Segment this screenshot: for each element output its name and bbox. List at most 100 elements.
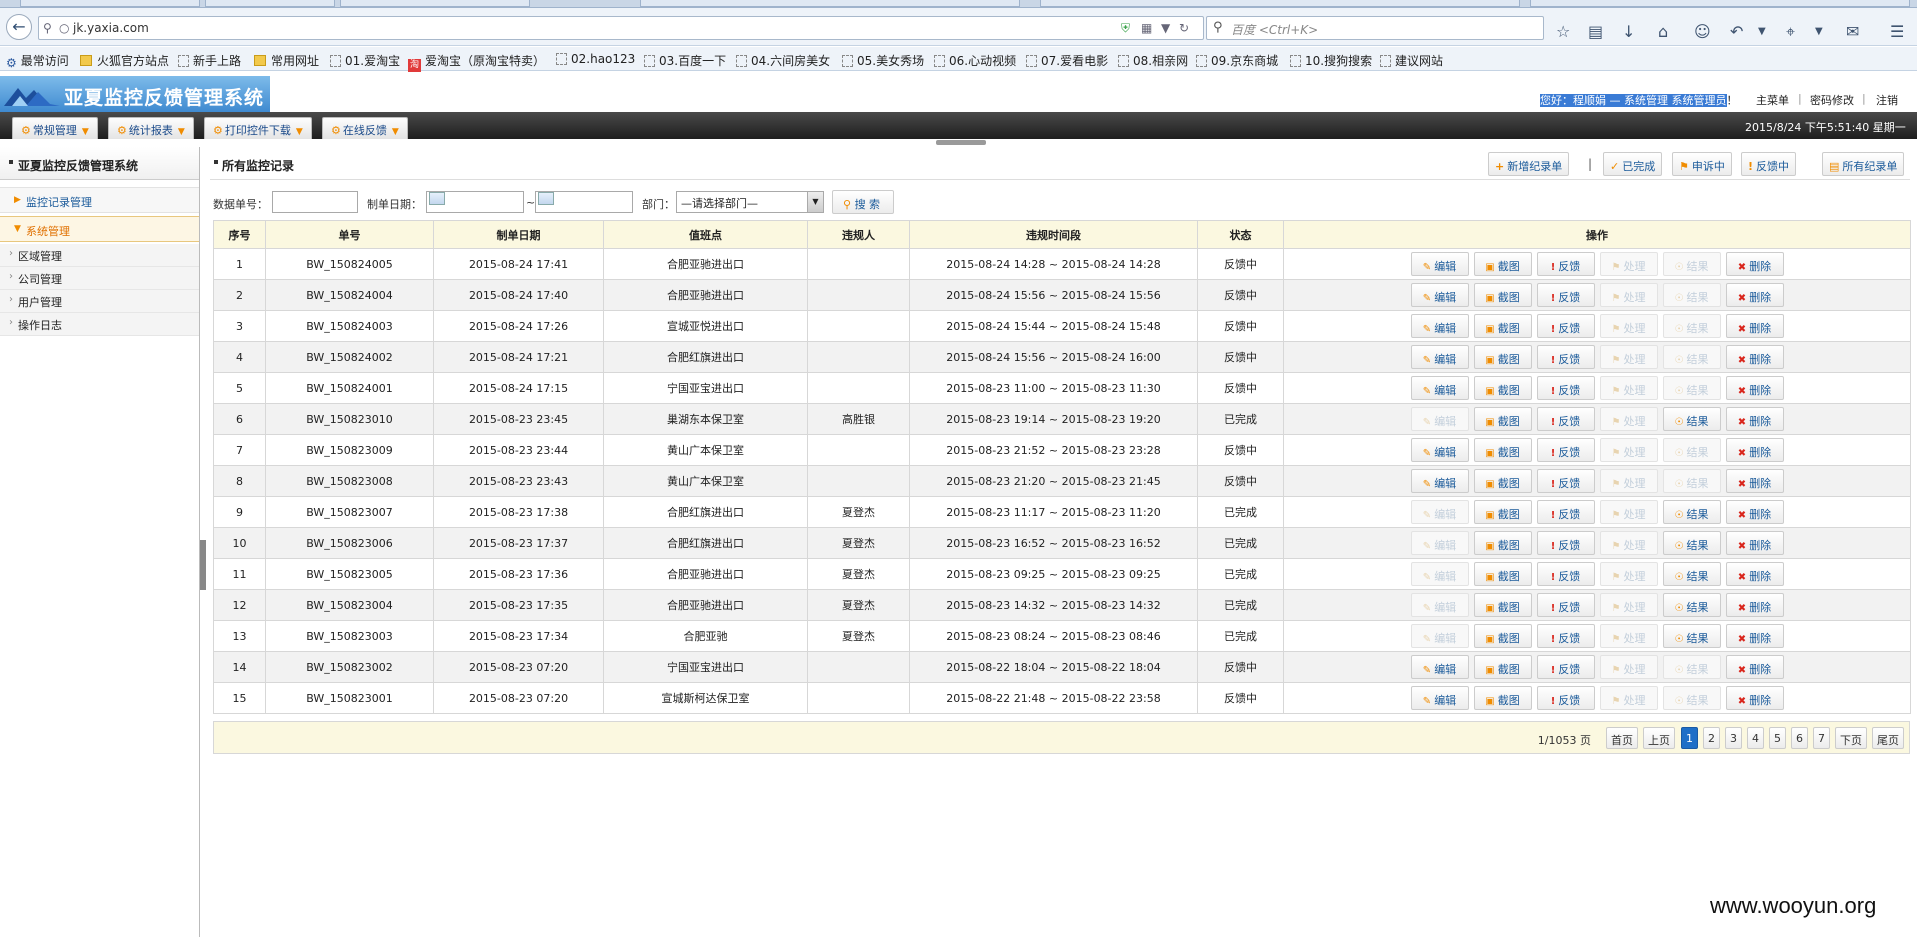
screenshot-button[interactable]: ▣ 截图 xyxy=(1473,376,1532,400)
edit-button[interactable]: ✎ 编辑 xyxy=(1410,686,1469,710)
speech-icon[interactable]: ✉ xyxy=(1846,22,1859,41)
screenshot-button[interactable]: ▣ 截图 xyxy=(1473,252,1532,276)
delete-button[interactable]: ✖ 删除 xyxy=(1725,593,1784,617)
edit-button[interactable]: ✎ 编辑 xyxy=(1410,314,1469,338)
feedback-button[interactable]: ! 反馈 xyxy=(1536,562,1595,586)
edit-button[interactable]: ✎ 编辑 xyxy=(1410,252,1469,276)
feedback-button[interactable]: ! 反馈 xyxy=(1536,655,1595,679)
delete-button[interactable]: ✖ 删除 xyxy=(1725,624,1784,648)
bookmark-11[interactable]: 07.爱看电影 xyxy=(1026,52,1108,69)
feedback-button[interactable]: ! 反馈 xyxy=(1536,283,1595,307)
screenshot-button[interactable]: ▣ 截图 xyxy=(1473,593,1532,617)
screenshot-button[interactable]: ▣ 截图 xyxy=(1473,314,1532,338)
browser-tab[interactable] xyxy=(20,0,200,7)
table-row[interactable]: 4 BW_150824002 2015-08-24 17:21 合肥红旗进出口 2015… xyxy=(213,341,1911,373)
feedback-button[interactable]: ! 反馈 xyxy=(1536,314,1595,338)
delete-button[interactable]: ✖ 删除 xyxy=(1725,314,1784,338)
page-button-3[interactable]: 3 xyxy=(1725,727,1742,749)
column-header-period[interactable]: 违规时间段 xyxy=(909,220,1198,249)
crop-icon[interactable]: ⌖ xyxy=(1786,22,1795,42)
column-header-id[interactable]: 单号 xyxy=(265,220,434,249)
menu-print-download[interactable]: ⚙ 打印控件下载 ▼ xyxy=(204,117,312,139)
edit-button[interactable]: ✎ 编辑 xyxy=(1410,469,1469,493)
result-button[interactable]: ☉ 结果 xyxy=(1662,624,1721,648)
table-row[interactable]: 3 BW_150824003 2015-08-24 17:26 宣城亚悦进出口 2015… xyxy=(213,310,1911,342)
page-button-2[interactable]: 2 xyxy=(1703,727,1720,749)
screenshot-button[interactable]: ▣ 截图 xyxy=(1473,345,1532,369)
delete-button[interactable]: ✖ 删除 xyxy=(1725,500,1784,524)
bookmark-3[interactable]: 常用网址 xyxy=(254,52,319,69)
edit-button[interactable]: ✎ 编辑 xyxy=(1410,345,1469,369)
sidebar-subitem-users[interactable]: › 用户管理 xyxy=(0,290,199,313)
table-row[interactable]: 2 BW_150824004 2015-08-24 17:40 合肥亚驰进出口 2015… xyxy=(213,279,1911,311)
delete-button[interactable]: ✖ 删除 xyxy=(1725,469,1784,493)
menu-icon[interactable]: ☰ xyxy=(1890,22,1904,41)
prev-page-button[interactable]: 上页 xyxy=(1643,727,1675,749)
browser-tab[interactable] xyxy=(640,0,1020,7)
page-button-6[interactable]: 6 xyxy=(1791,727,1808,749)
edit-button[interactable]: ✎ 编辑 xyxy=(1410,283,1469,307)
menu-general[interactable]: ⚙ 常规管理 ▼ xyxy=(12,117,98,139)
screenshot-button[interactable]: ▣ 截图 xyxy=(1473,407,1532,431)
delete-button[interactable]: ✖ 删除 xyxy=(1725,531,1784,555)
feedback-button[interactable]: ! 反馈 xyxy=(1536,438,1595,462)
edit-button[interactable]: ✎ 编辑 xyxy=(1410,376,1469,400)
appeal-filter-button[interactable]: ⚑ 申诉中 xyxy=(1672,152,1732,176)
logout-link[interactable]: 注销 xyxy=(1876,92,1898,108)
delete-button[interactable]: ✖ 删除 xyxy=(1725,345,1784,369)
table-row[interactable]: 8 BW_150823008 2015-08-23 23:43 黄山广本保卫室 2015… xyxy=(213,465,1911,497)
bookmark-12[interactable]: 08.相亲网 xyxy=(1118,52,1188,69)
download-icon[interactable]: ↓ xyxy=(1622,22,1635,41)
search-bar[interactable]: ⚲ 百度 <Ctrl+K> xyxy=(1206,16,1544,40)
result-button[interactable]: ☉ 结果 xyxy=(1662,500,1721,524)
table-row[interactable]: 10 BW_150823006 2015-08-23 17:37 合肥红旗进出口 夏登杰… xyxy=(213,527,1911,559)
clipboard-icon[interactable]: ▤ xyxy=(1588,22,1603,41)
feedback-button[interactable]: ! 反馈 xyxy=(1536,686,1595,710)
column-header-no[interactable]: 序号 xyxy=(213,220,266,249)
table-row[interactable]: 11 BW_150823005 2015-08-23 17:36 合肥亚驰进出口 夏登杰… xyxy=(213,558,1911,590)
change-password-link[interactable]: 密码修改 xyxy=(1810,92,1854,108)
sidebar-collapse-handle[interactable] xyxy=(200,540,206,590)
screenshot-button[interactable]: ▣ 截图 xyxy=(1473,438,1532,462)
dropdown-icon[interactable]: ▼ xyxy=(1161,21,1170,35)
bookmark-4[interactable]: 01.爱淘宝 xyxy=(330,52,400,69)
sidebar-item-records[interactable]: ▶ 监控记录管理 xyxy=(0,187,199,213)
feedback-button[interactable]: ! 反馈 xyxy=(1536,345,1595,369)
column-header-status[interactable]: 状态 xyxy=(1197,220,1284,249)
page-button-4[interactable]: 4 xyxy=(1747,727,1764,749)
chat-icon[interactable]: ☺ xyxy=(1694,22,1711,41)
bookmark-5[interactable]: 淘爱淘宝（原淘宝特卖） xyxy=(408,52,545,72)
star-icon[interactable]: ☆ xyxy=(1556,22,1570,41)
sidebar-item-system[interactable]: ▼ 系统管理 xyxy=(0,216,199,242)
table-row[interactable]: 12 BW_150823004 2015-08-23 17:35 合肥亚驰进出口 夏登杰… xyxy=(213,589,1911,621)
bookmark-10[interactable]: 06.心动视频 xyxy=(934,52,1016,69)
table-row[interactable]: 14 BW_150823002 2015-08-23 07:20 宁国亚宝进出口 201… xyxy=(213,651,1911,683)
browser-tab[interactable] xyxy=(1530,0,1910,7)
calendar-icon[interactable] xyxy=(538,192,554,205)
first-page-button[interactable]: 首页 xyxy=(1606,727,1638,749)
browser-tab[interactable] xyxy=(205,0,335,7)
main-menu-link[interactable]: 主菜单 xyxy=(1756,92,1789,108)
last-page-button[interactable]: 尾页 xyxy=(1872,727,1904,749)
table-row[interactable]: 13 BW_150823003 2015-08-23 17:34 合肥亚驰 夏登杰 201… xyxy=(213,620,1911,652)
sidebar-subitem-company[interactable]: › 公司管理 xyxy=(0,267,199,290)
result-button[interactable]: ☉ 结果 xyxy=(1662,562,1721,586)
feedback-button[interactable]: ! 反馈 xyxy=(1536,407,1595,431)
result-button[interactable]: ☉ 结果 xyxy=(1662,407,1721,431)
feedback-button[interactable]: ! 反馈 xyxy=(1536,376,1595,400)
table-row[interactable]: 1 BW_150824005 2015-08-24 17:41 合肥亚驰进出口 2015… xyxy=(213,248,1911,280)
reload-icon[interactable]: ↻ xyxy=(1179,21,1189,35)
edit-button[interactable]: ✎ 编辑 xyxy=(1410,438,1469,462)
bookmark-15[interactable]: 建议网站 xyxy=(1380,52,1443,69)
edit-button[interactable]: ✎ 编辑 xyxy=(1410,655,1469,679)
delete-button[interactable]: ✖ 删除 xyxy=(1725,438,1784,462)
browser-tab[interactable] xyxy=(1040,0,1520,7)
column-header-date[interactable]: 制单日期 xyxy=(433,220,604,249)
url-text[interactable]: jk.yaxia.com xyxy=(73,21,149,35)
next-page-button[interactable]: 下页 xyxy=(1835,727,1867,749)
delete-button[interactable]: ✖ 删除 xyxy=(1725,252,1784,276)
screenshot-button[interactable]: ▣ 截图 xyxy=(1473,500,1532,524)
page-button-5[interactable]: 5 xyxy=(1769,727,1786,749)
screenshot-button[interactable]: ▣ 截图 xyxy=(1473,655,1532,679)
back-icon[interactable]: ← xyxy=(6,14,32,40)
